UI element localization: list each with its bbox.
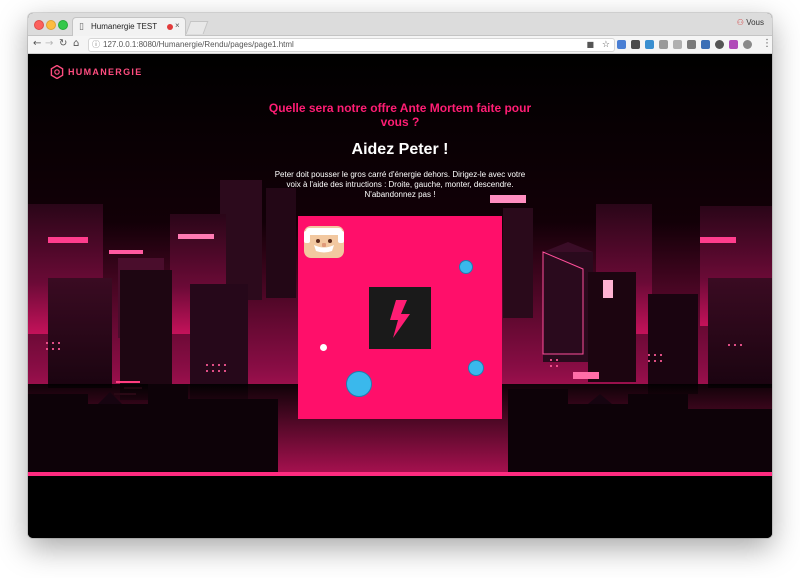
peter-avatar[interactable] bbox=[304, 226, 344, 258]
game-instructions: Peter doit pousser le gros carré d'énerg… bbox=[270, 170, 530, 200]
browser-menu-icon[interactable]: ⋮ bbox=[762, 38, 772, 50]
minimize-window-button[interactable] bbox=[46, 20, 56, 30]
profile-label: Vous bbox=[746, 18, 764, 27]
humanergie-logo-icon bbox=[50, 65, 64, 79]
extension-icon-5[interactable] bbox=[673, 40, 682, 49]
camera-icon[interactable]: ■ bbox=[586, 39, 594, 51]
extension-icon-4[interactable] bbox=[659, 40, 668, 49]
bookmark-star-icon[interactable]: ☆ bbox=[602, 39, 610, 51]
extension-icon-7[interactable] bbox=[701, 40, 710, 49]
instructions-line-3: N'abandonnez pas ! bbox=[364, 190, 436, 199]
extension-icon-8[interactable] bbox=[715, 40, 724, 49]
forward-button[interactable]: → bbox=[45, 38, 53, 50]
energy-square[interactable] bbox=[369, 287, 431, 349]
address-bar[interactable]: ⓘ 127.0.0.1:8080/Humanergie/Rendu/pages/… bbox=[88, 38, 615, 52]
extension-icon-2[interactable] bbox=[631, 40, 640, 49]
page-question: Quelle sera notre offre Ante Mortem fait… bbox=[268, 101, 532, 129]
extension-icon-10[interactable] bbox=[743, 40, 752, 49]
page-viewport: HUMANERGIE Quelle sera notre offre Ante … bbox=[28, 54, 772, 538]
close-window-button[interactable] bbox=[34, 20, 44, 30]
game-board[interactable] bbox=[298, 216, 502, 419]
tab-bar: ▯ Humanergie TEST × ⚇ Vous bbox=[28, 13, 772, 36]
logo-text: HUMANERGIE bbox=[68, 67, 143, 77]
back-button[interactable]: ← bbox=[33, 38, 41, 50]
url-text[interactable]: 127.0.0.1:8080/Humanergie/Rendu/pages/pa… bbox=[103, 40, 294, 50]
instructions-line-1: Peter doit pousser le gros carré d'énerg… bbox=[274, 170, 526, 179]
extension-icon-6[interactable] bbox=[687, 40, 696, 49]
tab-close-button[interactable]: × bbox=[175, 21, 180, 31]
lightning-bolt-icon bbox=[390, 300, 410, 338]
instructions-line-2: voix à l'aide des intructions : Droite, … bbox=[286, 180, 514, 189]
tab-title: Humanergie TEST bbox=[91, 22, 158, 31]
extension-icon-9[interactable] bbox=[729, 40, 738, 49]
profile-icon: ⚇ bbox=[736, 18, 744, 27]
new-tab-button[interactable] bbox=[185, 21, 209, 34]
obstacle-ball bbox=[468, 360, 484, 376]
obstacle-ball bbox=[459, 260, 473, 274]
page-title: Aidez Peter ! bbox=[351, 141, 449, 158]
obstacle-ball bbox=[346, 371, 372, 397]
recording-indicator-icon bbox=[167, 24, 173, 30]
home-button[interactable]: ⌂ bbox=[73, 38, 79, 50]
profile-button[interactable]: ⚇ Vous bbox=[737, 18, 764, 28]
maximize-window-button[interactable] bbox=[58, 20, 68, 30]
extension-icon-3[interactable] bbox=[645, 40, 654, 49]
browser-toolbar: ← → ↻ ⌂ ⓘ 127.0.0.1:8080/Humanergie/Rend… bbox=[28, 36, 772, 54]
reload-button[interactable]: ↻ bbox=[59, 38, 67, 50]
small-white-ball bbox=[320, 344, 327, 351]
page-icon: ▯ bbox=[79, 22, 84, 32]
info-icon[interactable]: ⓘ bbox=[92, 39, 100, 51]
extension-icon-1[interactable] bbox=[617, 40, 626, 49]
browser-tab[interactable]: ▯ Humanergie TEST × bbox=[72, 17, 186, 36]
browser-window: ▯ Humanergie TEST × ⚇ Vous ← → ↻ ⌂ ⓘ 127… bbox=[28, 13, 772, 538]
